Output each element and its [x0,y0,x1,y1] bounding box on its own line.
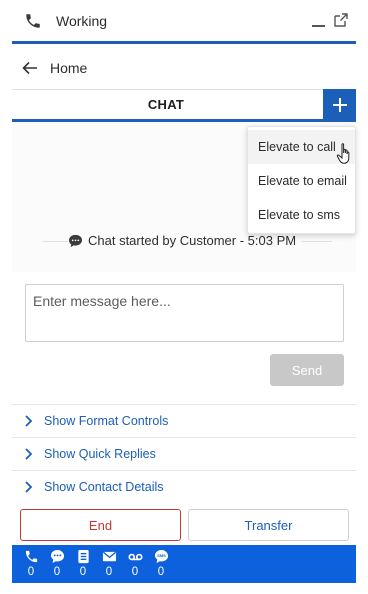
chat-start-event: Chat started by Customer - 5:03 PM [68,233,303,248]
menu-item-elevate-sms[interactable]: Elevate to sms [248,198,355,232]
minimize-icon[interactable] [312,12,326,28]
plus-icon [332,98,347,112]
chevron-right-icon [25,415,33,427]
status-count: 0 [157,566,165,578]
chat-start-text: Chat started by Customer - 5:03 PM [88,233,297,248]
status-count: 0 [53,566,61,578]
section-toggles: Show Format Controls Show Quick Replies … [12,404,356,503]
voicemail-icon [127,553,143,561]
chat-actions: End Transfer [12,505,356,545]
status-count: 0 [131,566,139,578]
phone-icon [25,550,37,563]
status-sms[interactable]: SMS 0 [151,549,171,581]
status-email[interactable]: 0 [99,549,119,581]
toggle-label: Show Contact Details [44,480,164,494]
status-count: 0 [105,566,113,578]
status-document[interactable]: 0 [73,549,93,581]
channel-status-bar: 0 0 0 0 0 SMS 0 [12,545,356,583]
hand-cursor-icon [336,143,350,164]
svg-text:SMS: SMS [157,553,166,558]
toggle-quick-replies[interactable]: Show Quick Replies [12,437,356,470]
add-channel-button[interactable] [323,89,356,121]
end-chat-button[interactable]: End [20,509,181,541]
sms-icon: SMS [154,549,168,564]
chevron-right-icon [25,481,33,493]
tab-bar: CHAT [12,89,356,122]
toggle-label: Show Format Controls [44,414,169,428]
status-chat[interactable]: 0 [47,549,67,581]
back-nav[interactable]: Home [12,47,356,89]
back-label: Home [50,60,88,76]
popout-icon[interactable] [334,13,348,27]
toggle-label: Show Quick Replies [44,447,156,461]
transfer-button[interactable]: Transfer [188,509,349,541]
message-input[interactable] [25,284,344,342]
document-icon [77,549,89,564]
phone-icon [26,13,40,28]
chevron-right-icon [25,448,33,460]
status-count: 0 [27,566,35,578]
status-voicemail[interactable]: 0 [125,549,145,581]
send-button[interactable]: Send [270,354,344,386]
agent-status: Working [56,12,108,29]
toggle-format-controls[interactable]: Show Format Controls [12,404,356,437]
arrow-left-icon [22,61,37,75]
toggle-contact-details[interactable]: Show Contact Details [12,470,356,503]
status-count: 0 [79,566,87,578]
chat-icon [50,549,64,564]
softphone-header: Working [12,0,356,44]
email-icon [102,551,116,562]
menu-item-elevate-email[interactable]: Elevate to email [248,164,355,198]
tab-chat[interactable]: CHAT [12,90,320,119]
chat-bubble-icon [68,234,83,247]
status-phone[interactable]: 0 [21,549,41,581]
